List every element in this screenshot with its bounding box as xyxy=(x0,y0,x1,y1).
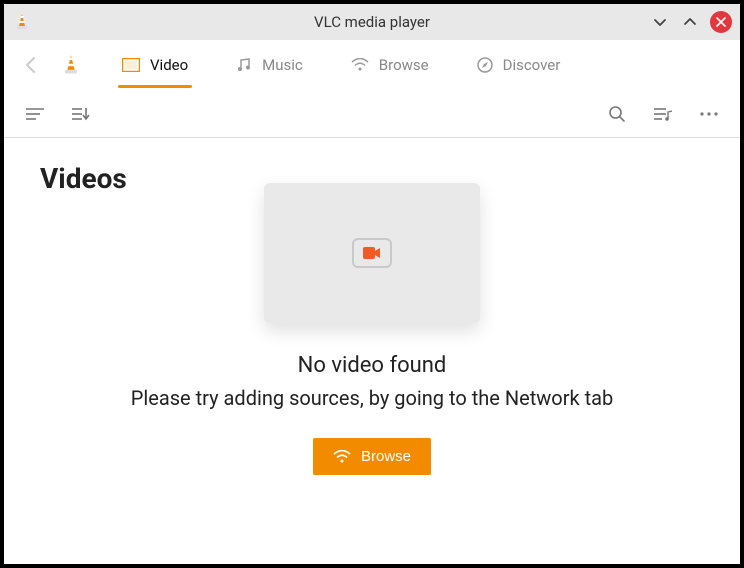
search-icon[interactable] xyxy=(608,105,626,123)
back-button[interactable] xyxy=(22,55,42,75)
window-controls xyxy=(650,11,732,33)
sort-icon[interactable] xyxy=(72,106,90,122)
video-icon xyxy=(122,58,140,72)
music-icon xyxy=(236,57,252,73)
tab-label: Discover xyxy=(503,56,561,74)
tab-browse[interactable]: Browse xyxy=(351,44,429,86)
titlebar: VLC media player xyxy=(4,4,740,40)
close-button[interactable] xyxy=(710,11,732,33)
maximize-button[interactable] xyxy=(680,12,700,32)
content-area: Videos No video found Please try adding … xyxy=(4,138,740,564)
wifi-icon xyxy=(333,450,351,464)
tab-discover[interactable]: Discover xyxy=(477,44,561,86)
compass-icon xyxy=(477,57,493,73)
browse-button-label: Browse xyxy=(361,448,411,465)
tab-label: Music xyxy=(262,56,303,74)
vlc-cone-icon[interactable] xyxy=(60,54,82,76)
app-window: VLC media player Video xyxy=(0,0,744,568)
video-placeholder-icon xyxy=(352,238,392,268)
empty-state: No video found Please try adding sources… xyxy=(40,195,704,540)
tab-label: Browse xyxy=(379,56,429,74)
playlist-icon[interactable] xyxy=(654,106,672,122)
placeholder-card xyxy=(264,183,480,323)
toolbar xyxy=(4,90,740,138)
tab-music[interactable]: Music xyxy=(236,44,303,86)
browse-button[interactable]: Browse xyxy=(313,438,431,475)
tab-label: Video xyxy=(150,56,188,74)
minimize-button[interactable] xyxy=(650,12,670,32)
tab-video[interactable]: Video xyxy=(122,44,188,86)
wifi-icon xyxy=(351,58,369,72)
window-title: VLC media player xyxy=(4,13,740,31)
nav-tabs: Video Music Browse Discover xyxy=(122,44,560,86)
app-icon xyxy=(12,13,32,31)
more-icon[interactable] xyxy=(700,112,718,116)
navbar: Video Music Browse Discover xyxy=(4,40,740,90)
menu-icon[interactable] xyxy=(26,107,44,121)
empty-heading: No video found xyxy=(298,353,447,378)
empty-subtext: Please try adding sources, by going to t… xyxy=(131,386,613,410)
